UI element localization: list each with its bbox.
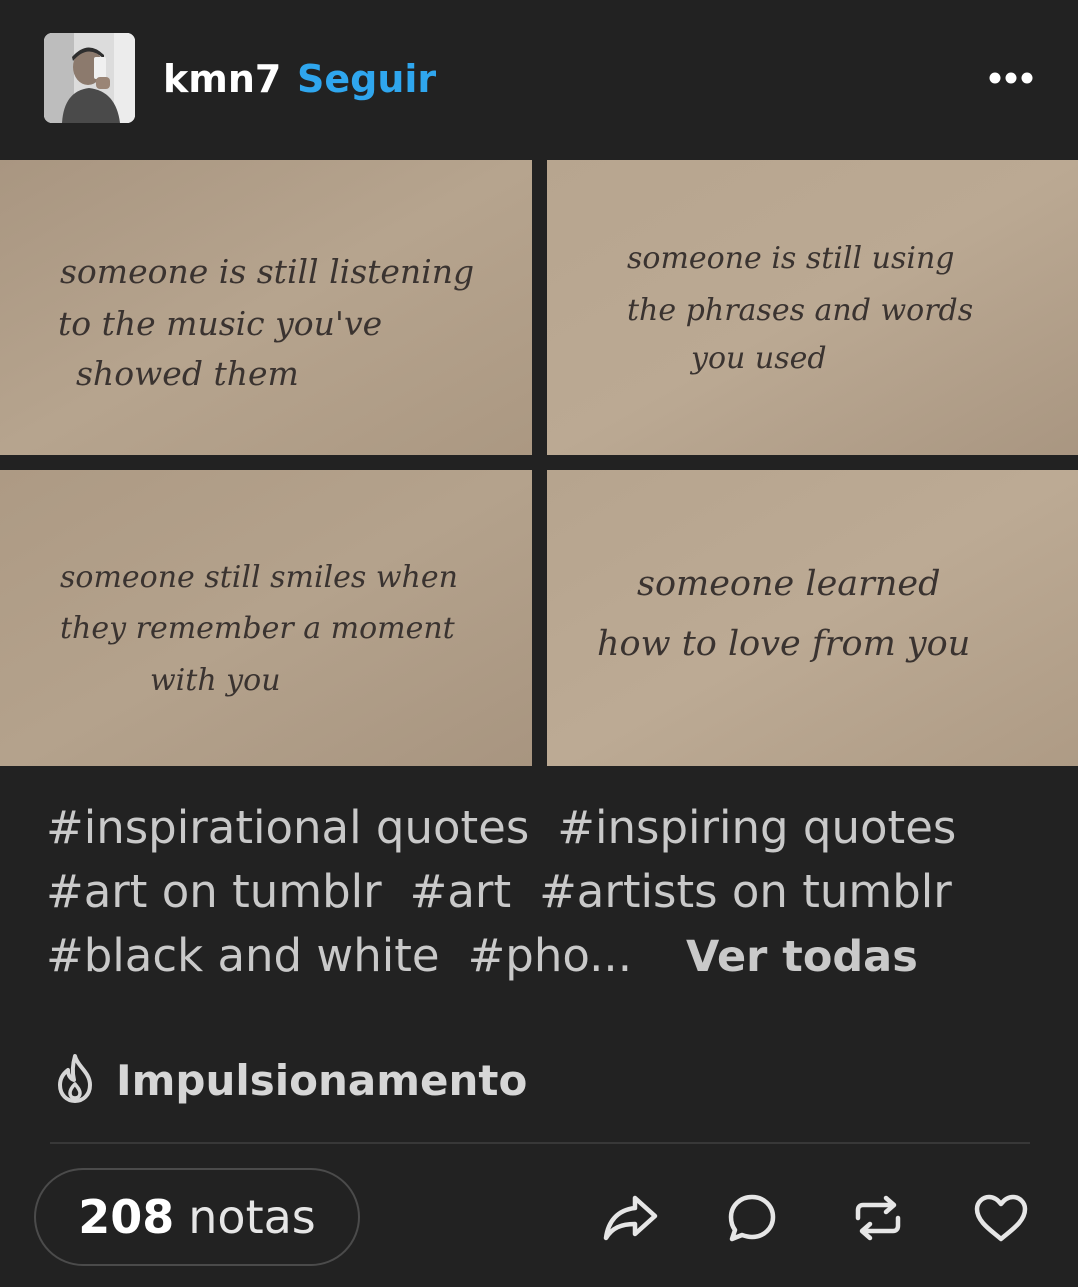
photo-2[interactable]: someone is still using the phrases and w… <box>547 160 1078 455</box>
notes-button[interactable]: 208 notas <box>34 1168 360 1266</box>
photo-1-line-3: showed them <box>76 354 299 393</box>
reply-icon[interactable] <box>720 1186 784 1250</box>
tag-art-on-tumblr[interactable]: #art on tumblr <box>46 862 382 922</box>
tag-row-1: #inspirational quotes #inspiring quotes <box>46 798 1046 862</box>
tag-list: #inspirational quotes #inspiring quotes #… <box>46 798 1046 990</box>
tag-inspirational-quotes[interactable]: #inspirational quotes <box>46 798 529 858</box>
like-icon[interactable] <box>969 1186 1033 1250</box>
photo-3[interactable]: someone still smiles when they remember … <box>0 470 532 766</box>
photo-3-line-2: they remember a moment <box>60 611 456 646</box>
photo-2-line-1: someone is still using <box>627 241 954 276</box>
tag-art[interactable]: #art <box>410 862 511 922</box>
photo-2-line-2: the phrases and words <box>627 293 973 328</box>
tag-artists-on-tumblr[interactable]: #artists on tumblr <box>539 862 952 922</box>
boost-button[interactable]: Impulsionamento <box>50 1048 527 1112</box>
tag-truncated[interactable]: #pho... <box>468 926 632 986</box>
photo-1-line-1: someone is still listening <box>60 252 474 291</box>
photo-4[interactable]: someone learned how to love from you <box>547 470 1078 766</box>
flame-icon <box>50 1052 100 1108</box>
boost-label: Impulsionamento <box>116 1055 528 1105</box>
photo-1-line-2: to the music you've <box>58 304 382 343</box>
photo-1[interactable]: someone is still listening to the music … <box>0 160 532 455</box>
photo-2-line-3: you used <box>689 341 827 376</box>
tag-row-3: #black and white #pho... Ver todas <box>46 926 1046 990</box>
share-icon[interactable] <box>598 1186 662 1250</box>
notes-count: 208 <box>78 1190 175 1244</box>
notes-label: notas <box>188 1190 316 1244</box>
tag-black-and-white[interactable]: #black and white <box>46 926 440 986</box>
tag-inspiring-quotes[interactable]: #inspiring quotes <box>557 798 956 858</box>
photo-4-line-2: how to love from you <box>597 624 970 664</box>
avatar[interactable] <box>44 33 135 123</box>
photo-3-line-3: with you <box>150 663 281 698</box>
post-card: kmn7 Seguir someone is still listening t… <box>0 0 1078 1287</box>
divider <box>50 1142 1030 1144</box>
username[interactable]: kmn7 <box>163 56 281 102</box>
reblog-icon[interactable] <box>846 1186 910 1250</box>
see-all-tags-button[interactable]: Ver todas <box>686 927 918 987</box>
follow-button[interactable]: Seguir <box>297 56 436 102</box>
post-header: kmn7 Seguir <box>0 0 1078 158</box>
photo-4-line-1: someone learned <box>637 564 941 604</box>
photo-3-line-1: someone still smiles when <box>60 560 458 595</box>
photo-set: someone is still listening to the music … <box>0 158 1078 767</box>
more-dots-icon[interactable] <box>980 58 1044 98</box>
tag-row-2: #art on tumblr #art #artists on tumblr <box>46 862 1046 926</box>
